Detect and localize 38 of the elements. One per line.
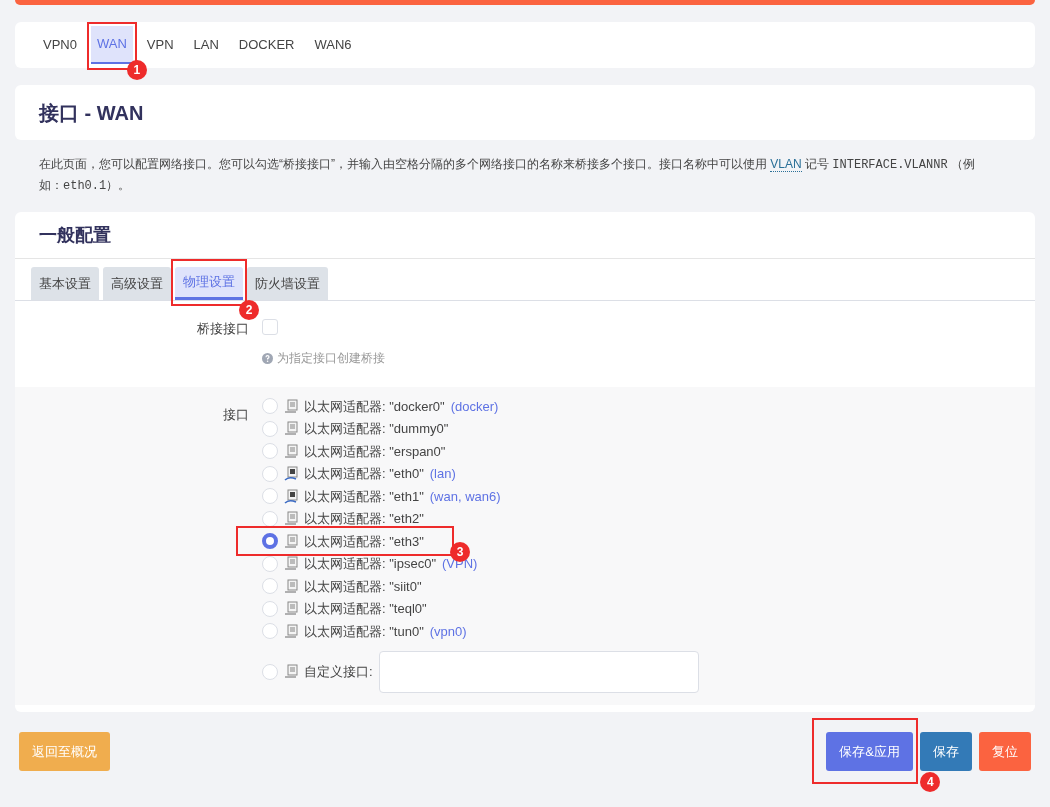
network-tag: (lan) bbox=[429, 464, 456, 484]
interface-tab[interactable]: VPN0 bbox=[37, 26, 83, 64]
option-label: 以太网适配器: "siit0" bbox=[304, 577, 422, 596]
network-tag: (docker) bbox=[450, 396, 499, 416]
settings-tab[interactable]: 高级设置 bbox=[103, 267, 171, 300]
interface-tab[interactable]: DOCKER bbox=[232, 26, 301, 64]
custom-interface-field[interactable] bbox=[378, 650, 699, 693]
step-number-badge: 4 bbox=[920, 772, 941, 792]
checkbox[interactable] bbox=[262, 319, 278, 335]
apply-button[interactable]: 保存&应用 bbox=[826, 732, 913, 771]
settings-tab[interactable]: 防火墙设置 bbox=[247, 267, 328, 300]
option-label: 自定义接口: bbox=[304, 662, 373, 681]
option-label: 以太网适配器: "dummy0" bbox=[304, 420, 449, 438]
field-label: 桥接接口 bbox=[196, 320, 250, 338]
save-button[interactable]: 保存 bbox=[920, 732, 972, 771]
option-label: 以太网适配器: "ipsec0" bbox=[304, 555, 437, 573]
option-label: 以太网适配器: "docker0" bbox=[304, 397, 445, 416]
network-tag: (wan, wan6) bbox=[429, 486, 501, 506]
help-icon bbox=[262, 352, 273, 364]
radio-button[interactable] bbox=[262, 533, 278, 550]
option-label: 以太网适配器: "erspan0" bbox=[304, 442, 446, 461]
network-tag: (vpn0) bbox=[429, 621, 467, 641]
step-number-badge: 2 bbox=[239, 300, 259, 320]
option-label: 以太网适配器: "teql0" bbox=[304, 600, 427, 618]
description-text: 在此页面，您可以配置网络接口。您可以勾选“桥接接口”，并输入由空格分隔的多个网络接口的名称来桥接多个接口。接口名称中可以使用 VLAN 记号 INTERFACE.VLANNR （例如：eth0.1）。 bbox=[38, 156, 976, 195]
option-label: 以太网适配器: "eth3" bbox=[304, 532, 424, 551]
section-title: 一般配置 bbox=[39, 223, 111, 247]
page-title: 接口 - WAN bbox=[39, 100, 144, 126]
hint-text: 为指定接口创建桥接 bbox=[277, 350, 385, 367]
option-label: 以太网适配器: "eth0" bbox=[304, 465, 424, 483]
option-label: 以太网适配器: "tun0" bbox=[304, 622, 424, 641]
interface-tab[interactable]: LAN bbox=[187, 26, 225, 64]
option-label: 以太网适配器: "eth1" bbox=[304, 487, 424, 506]
field-label: 接口 bbox=[222, 406, 250, 424]
option-label: 以太网适配器: "eth2" bbox=[304, 510, 424, 528]
step-number-badge: 1 bbox=[126, 60, 147, 80]
settings-tab[interactable]: 基本设置 bbox=[31, 267, 99, 300]
interface-tab[interactable]: WAN6 bbox=[308, 26, 358, 64]
